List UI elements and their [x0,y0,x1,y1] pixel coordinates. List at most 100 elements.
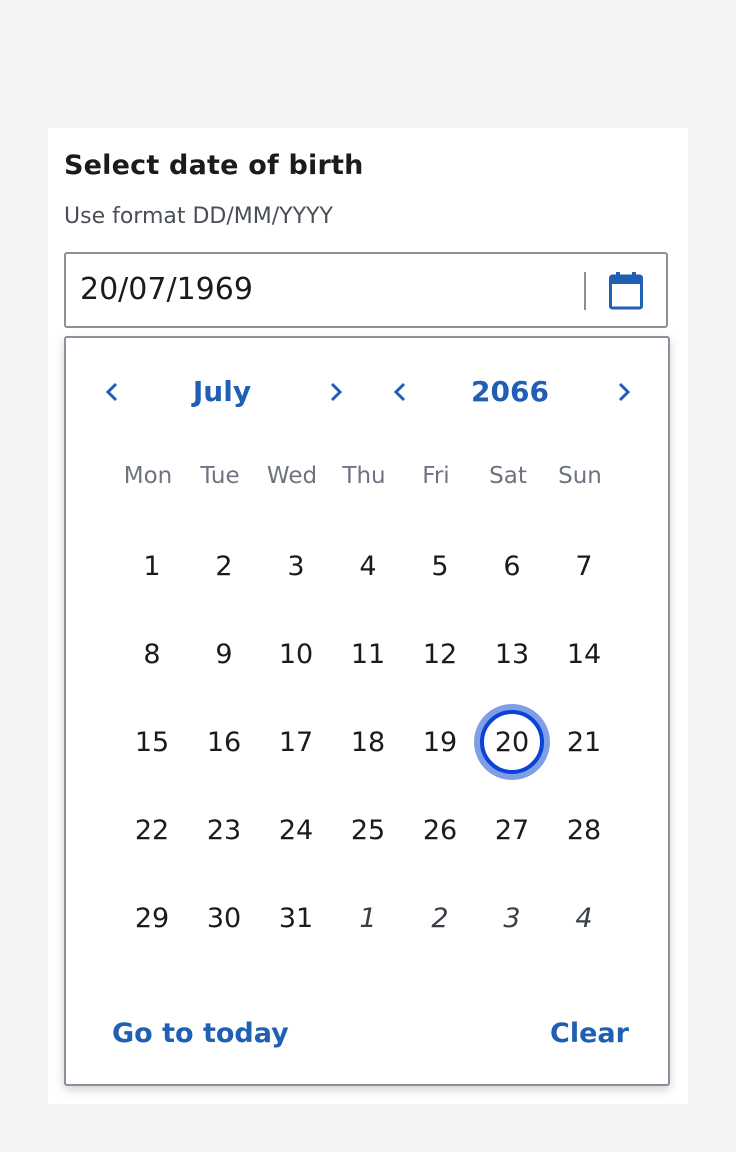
year-label: 2066 [471,375,549,408]
weekday-label: Tue [200,463,240,489]
day-number: 1 [143,550,161,582]
day-cell[interactable]: 28 [548,786,620,874]
day-cell[interactable]: 17 [260,698,332,786]
previous-year-button[interactable] [378,368,422,416]
weekday-label: Thu [342,463,386,489]
day-cell[interactable]: 10 [260,610,332,698]
day-number: 3 [287,550,305,582]
field-hint: Use format DD/MM/YYYY [64,204,333,229]
day-number: 20 [494,726,530,758]
day-cell-next-month[interactable]: 1 [332,874,404,962]
date-picker-card: Select date of birth Use format DD/MM/YY… [48,128,688,1104]
day-number: 2 [431,902,449,934]
input-divider [584,272,586,310]
go-to-today-button[interactable]: Go to today [112,1012,289,1056]
day-number: 13 [494,638,530,670]
calendar-popup: July 2066 Mon Tue Wed Thu Fri Sat Sun 12345678… [64,336,670,1086]
chevron-left-icon [105,382,118,402]
weekday-label: Mon [123,463,173,489]
date-input-value[interactable]: 20/07/1969 [80,254,253,326]
calendar-toggle-button[interactable] [594,262,658,320]
day-cell[interactable]: 21 [548,698,620,786]
day-cell[interactable]: 2 [188,522,260,610]
next-year-button[interactable] [602,368,646,416]
date-input-field[interactable]: 20/07/1969 [64,252,668,328]
day-cell[interactable]: 9 [188,610,260,698]
day-number: 28 [566,814,602,846]
day-cell[interactable]: 31 [260,874,332,962]
day-cell[interactable]: 22 [116,786,188,874]
chevron-right-icon [618,382,631,402]
weekday-header-row: Mon Tue Wed Thu Fri Sat Sun [112,456,624,496]
day-cell[interactable]: 6 [476,522,548,610]
day-grid: 1 2 3 4 5 6 7 8 9 10 11 12 13 14 15 16 17 18 19 20 21 22 23 24 2… [116,522,620,962]
day-cell[interactable]: 23 [188,786,260,874]
day-number: 1 [359,902,377,934]
day-cell[interactable]: 11 [332,610,404,698]
day-number: 17 [278,726,314,758]
weekday-label: Sat [489,463,527,489]
day-number: 3 [503,902,521,934]
day-cell[interactable]: 3 [260,522,332,610]
chevron-left-icon [393,382,406,402]
chevron-right-icon [330,382,343,402]
weekday-label: Wed [266,463,318,489]
day-number: 8 [143,638,161,670]
day-number: 15 [134,726,170,758]
day-cell[interactable]: 18 [332,698,404,786]
day-number: 26 [422,814,458,846]
day-cell[interactable]: 16 [188,698,260,786]
day-number: 24 [278,814,314,846]
day-cell[interactable]: 15 [116,698,188,786]
day-cell[interactable]: 13 [476,610,548,698]
day-cell-next-month[interactable]: 3 [476,874,548,962]
field-label: Select date of birth [64,150,364,181]
day-number: 22 [134,814,170,846]
day-number: 19 [422,726,458,758]
day-cell[interactable]: 26 [404,786,476,874]
day-number: 10 [278,638,314,670]
day-cell-next-month[interactable]: 2 [404,874,476,962]
next-month-button[interactable] [314,368,358,416]
day-cell[interactable]: 12 [404,610,476,698]
previous-month-button[interactable] [90,368,134,416]
day-number: 21 [566,726,602,758]
day-number: 25 [350,814,386,846]
day-number: 6 [503,550,521,582]
day-cell[interactable]: 25 [332,786,404,874]
day-number: 5 [431,550,449,582]
day-cell[interactable]: 8 [116,610,188,698]
day-cell[interactable]: 14 [548,610,620,698]
day-number: 7 [575,550,593,582]
weekday-label: Fri [422,463,450,489]
day-number: 27 [494,814,530,846]
day-cell[interactable]: 27 [476,786,548,874]
clear-button[interactable]: Clear [550,1012,629,1056]
day-cell-next-month[interactable]: 4 [548,874,620,962]
day-number: 31 [278,902,314,934]
day-number: 2 [215,550,233,582]
day-number: 11 [350,638,386,670]
day-cell[interactable]: 29 [116,874,188,962]
day-number: 9 [215,638,233,670]
day-cell[interactable]: 1 [116,522,188,610]
day-cell[interactable]: 7 [548,522,620,610]
day-cell-selected[interactable]: 20 [474,698,550,786]
day-number: 12 [422,638,458,670]
day-number: 23 [206,814,242,846]
day-cell[interactable]: 5 [404,522,476,610]
weekday-label: Sun [558,463,602,489]
day-cell[interactable]: 4 [332,522,404,610]
day-number: 4 [575,902,593,934]
day-cell[interactable]: 24 [260,786,332,874]
day-number: 16 [206,726,242,758]
day-cell[interactable]: 19 [404,698,476,786]
day-cell[interactable]: 30 [188,874,260,962]
day-number: 29 [134,902,170,934]
calendar-icon [609,272,643,310]
month-label: July [192,375,252,408]
day-number: 18 [350,726,386,758]
day-number: 30 [206,902,242,934]
day-number: 4 [359,550,377,582]
day-number: 14 [566,638,602,670]
